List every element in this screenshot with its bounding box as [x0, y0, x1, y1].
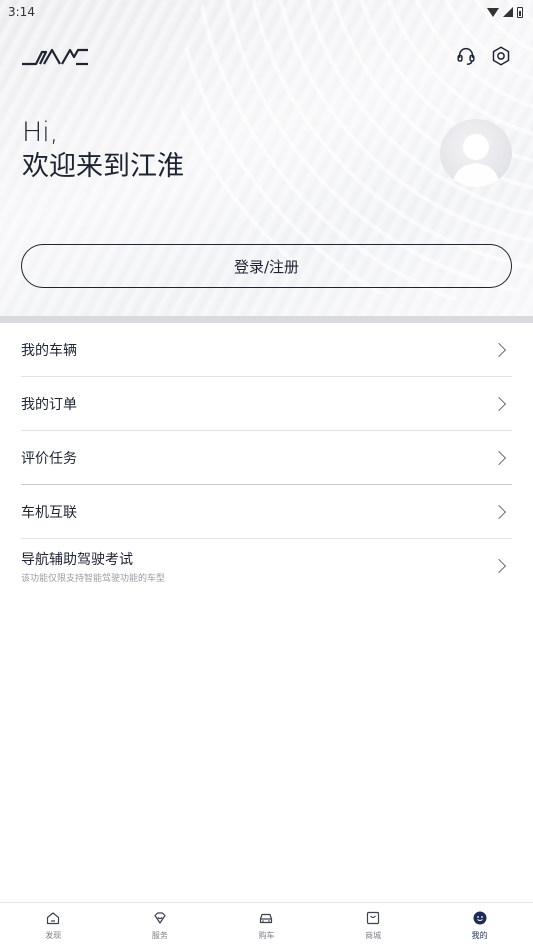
status-icons — [487, 6, 523, 18]
menu-item-label: 评价任务 — [21, 450, 77, 467]
user-placeholder-icon — [452, 134, 500, 187]
tab-label: 商城 — [365, 931, 382, 940]
menu-item-sublabel: 该功能仅限支持智能驾驶功能的车型 — [21, 573, 166, 584]
greeting-line-welcome: 欢迎来到江淮 — [22, 151, 184, 182]
section-divider — [0, 316, 533, 323]
car-icon — [260, 913, 273, 924]
chevron-right-icon — [491, 342, 507, 357]
login-register-button[interactable]: 登录/注册 — [21, 244, 512, 288]
greeting-line-hi: Hi, — [22, 117, 59, 148]
status-time: 3:14 — [8, 5, 35, 19]
profile-icon — [473, 911, 487, 925]
chevron-right-icon — [491, 504, 507, 519]
battery-icon — [517, 6, 523, 18]
wifi-icon — [487, 7, 499, 17]
bottom-tab-bar: 发现 服务 购车 商城 我的 — [0, 902, 533, 948]
menu-item-label: 我的订单 — [21, 396, 77, 413]
tab-label: 服务 — [151, 931, 168, 940]
tab-buy-car[interactable]: 购车 — [213, 903, 320, 948]
menu-item-my-orders[interactable]: 我的订单 — [21, 377, 512, 431]
settings-icon[interactable] — [489, 44, 513, 68]
service-icon — [154, 912, 166, 924]
menu-item-label: 导航辅助驾驶考试 — [21, 551, 133, 568]
status-bar: 3:14 — [0, 0, 533, 24]
chevron-right-icon — [491, 450, 507, 465]
profile-menu: 我的车辆 我的订单 评价任务 车机互联 导航辅助驾驶考试 该功能仅限支持智能驾驶… — [21, 323, 512, 593]
tab-shop[interactable]: 商城 — [320, 903, 427, 948]
signal-icon — [503, 7, 513, 17]
tab-label: 购车 — [258, 931, 275, 940]
home-icon — [47, 912, 60, 925]
menu-item-review-tasks[interactable]: 评价任务 — [21, 431, 512, 485]
menu-item-label: 车机互联 — [21, 504, 77, 521]
menu-item-nav-assist-exam[interactable]: 导航辅助驾驶考试 该功能仅限支持智能驾驶功能的车型 — [21, 539, 512, 593]
menu-item-label: 我的车辆 — [21, 342, 77, 359]
tab-label: 我的 — [471, 931, 488, 940]
menu-item-my-vehicles[interactable]: 我的车辆 — [21, 323, 512, 377]
shop-icon — [366, 911, 380, 925]
login-register-label: 登录/注册 — [233, 257, 300, 276]
tab-label: 发现 — [45, 931, 62, 940]
tab-discover[interactable]: 发现 — [0, 903, 107, 948]
avatar[interactable] — [440, 119, 512, 187]
tab-service[interactable]: 服务 — [107, 903, 214, 948]
tab-profile[interactable]: 我的 — [426, 903, 533, 948]
chevron-right-icon — [491, 558, 507, 574]
menu-item-car-connect[interactable]: 车机互联 — [21, 485, 512, 539]
jac-logo — [20, 44, 90, 68]
welcome-greeting: Hi, 欢迎来到江淮 — [22, 116, 184, 184]
headset-icon[interactable] — [454, 44, 478, 68]
chevron-right-icon — [491, 396, 507, 411]
